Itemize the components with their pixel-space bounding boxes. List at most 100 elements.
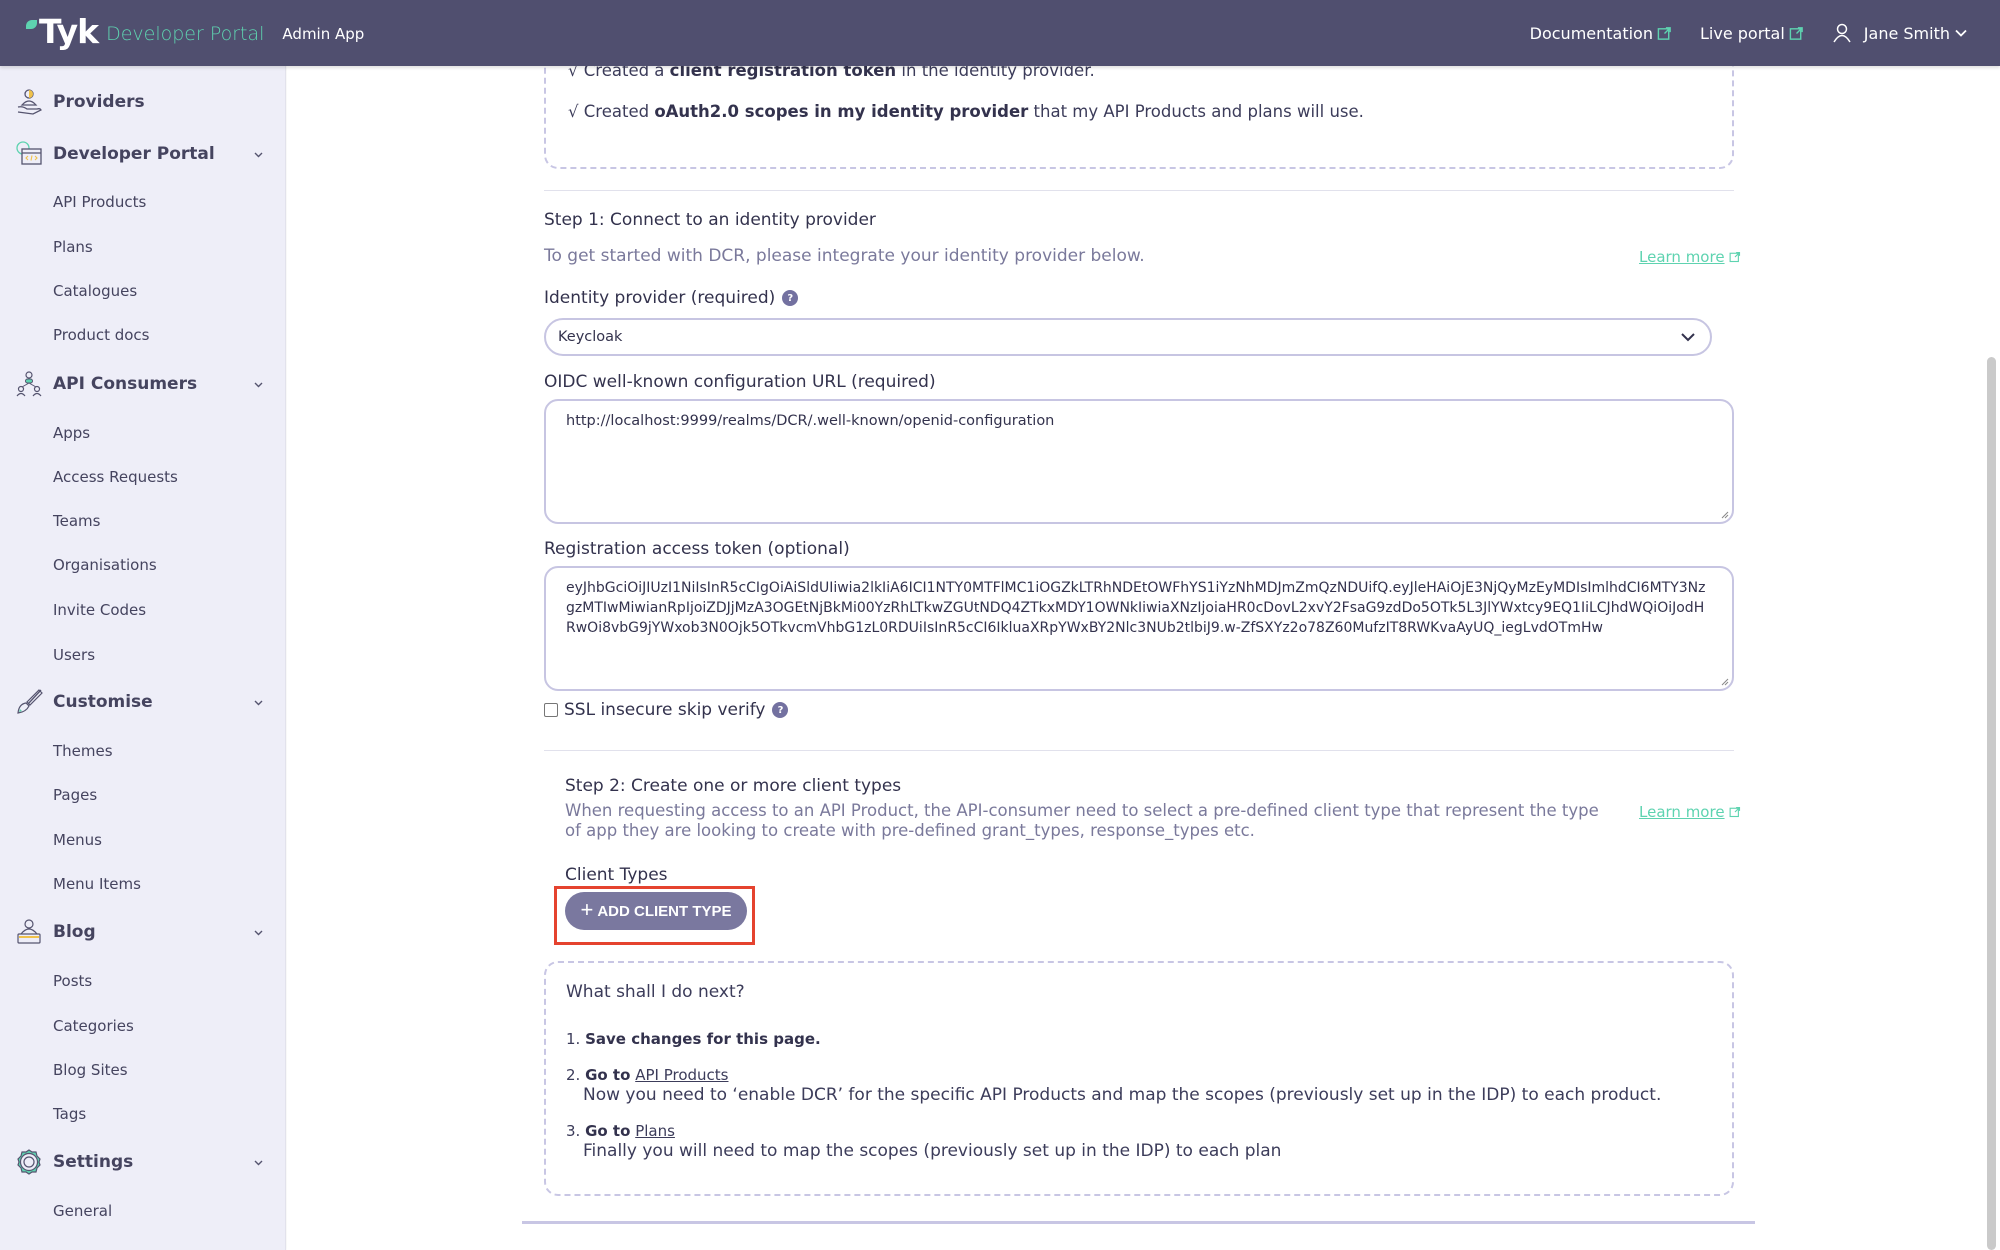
sidebar-section-customise[interactable]: Customise [0, 682, 286, 722]
next-step-3-desc: Finally you will need to map the scopes … [583, 1141, 1282, 1161]
oidc-url-value: http://localhost:9999/realms/DCR/.well-k… [566, 413, 1055, 429]
oidc-url-input[interactable]: http://localhost:9999/realms/DCR/.well-k… [544, 399, 1734, 524]
sidebar-item-access-requests[interactable]: Access Requests [53, 468, 178, 486]
brand-name: Tyk [39, 12, 99, 51]
external-link-icon [1657, 26, 1671, 40]
page-scrollbar[interactable] [1987, 357, 1996, 1250]
sidebar-item-general[interactable]: General [53, 1202, 112, 1220]
top-bar: Tyk Developer Portal Admin App Documenta… [0, 0, 2000, 66]
sidebar-item-apps[interactable]: Apps [53, 424, 90, 442]
step-bold: Save changes for this page. [585, 1030, 821, 1048]
next-step-1: 1. Save changes for this page. [566, 1030, 821, 1048]
sidebar-item-organisations[interactable]: Organisations [53, 556, 157, 574]
next-steps-title: What shall I do next? [566, 982, 745, 1002]
sidebar-item-pages[interactable]: Pages [53, 786, 97, 804]
step1-learn-more-link[interactable]: Learn more [1639, 248, 1741, 266]
sidebar-item-menus[interactable]: Menus [53, 831, 102, 849]
sidebar-item-teams[interactable]: Teams [53, 512, 100, 530]
live-portal-link-label: Live portal [1699, 23, 1785, 43]
sidebar-item-invite-codes[interactable]: Invite Codes [53, 601, 146, 619]
developer-portal-icon [16, 141, 42, 165]
user-name: Jane Smith [1863, 23, 1950, 43]
help-icon[interactable]: ? [772, 702, 789, 718]
step-number: 1. [566, 1030, 581, 1048]
resize-grip-icon[interactable] [1719, 676, 1729, 686]
user-menu[interactable]: Jane Smith [1832, 23, 1968, 43]
sidebar-section-label: API Consumers [53, 374, 198, 394]
step2-subtitle-line2: of app they are looking to create with p… [565, 821, 1255, 840]
sidebar-item-product-docs[interactable]: Product docs [53, 326, 149, 344]
top-nav: Documentation Live portal Jane Smith [1530, 0, 1968, 66]
sidebar-section-settings[interactable]: Settings [0, 1142, 286, 1182]
check-icon: √ [568, 102, 579, 121]
tyk-leaf-icon [26, 20, 37, 29]
idp-label: Identity provider (required) ? [544, 288, 799, 308]
step2-subtitle-line1: When requesting access to an API Product… [565, 801, 1599, 820]
sidebar-section-providers[interactable]: Providers [0, 82, 286, 122]
plans-link[interactable]: Plans [635, 1122, 675, 1140]
sidebar-section-developer-portal[interactable]: Developer Portal [0, 134, 286, 174]
identity-provider-value: Keycloak [558, 329, 623, 345]
live-portal-link[interactable]: Live portal [1700, 24, 1804, 43]
step2-learn-more-link[interactable]: Learn more [1639, 803, 1741, 821]
ssl-skip-verify-label: SSL insecure skip verify [564, 700, 766, 720]
next-step-2-desc: Now you need to ‘enable DCR’ for the spe… [583, 1085, 1662, 1105]
user-icon [1833, 23, 1851, 43]
sidebar-section-label: Developer Portal [53, 144, 215, 164]
chevron-down-icon [1681, 333, 1695, 342]
sidebar-item-menu-items[interactable]: Menu Items [53, 875, 141, 893]
chevron-down-icon [254, 1160, 263, 1165]
providers-icon [17, 89, 42, 115]
sidebar-section-label: Customise [53, 692, 153, 712]
step-number: 2. [566, 1066, 581, 1084]
sidebar-item-users[interactable]: Users [53, 646, 95, 664]
chevron-down-icon [254, 930, 263, 935]
blog-icon [17, 919, 41, 944]
divider [544, 750, 1734, 751]
identity-provider-select[interactable]: Keycloak [544, 318, 1712, 356]
sidebar-item-themes[interactable]: Themes [53, 742, 113, 760]
step2-title: Step 2: Create one or more client types [565, 776, 902, 796]
ssl-skip-verify-checkbox[interactable] [544, 703, 558, 717]
token-label: Registration access token (optional) [544, 539, 850, 559]
learn-more-label: Learn more [1639, 803, 1725, 821]
learn-more-label: Learn more [1639, 248, 1725, 266]
sidebar-item-catalogues[interactable]: Catalogues [53, 282, 137, 300]
sidebar-section-api-consumers[interactable]: API Consumers [0, 364, 286, 404]
prereq-line: √ Created oAuth2.0 scopes in my identity… [568, 102, 1364, 121]
documentation-link[interactable]: Documentation [1530, 24, 1672, 43]
next-step-3: 3. Go to Plans [566, 1122, 675, 1140]
api-consumers-icon [16, 371, 42, 397]
sidebar-section-blog[interactable]: Blog [0, 912, 286, 952]
brush-icon [17, 689, 43, 714]
registration-token-input[interactable]: eyJhbGciOiJIUzI1NiIsInR5cCIgOiAiSldUIiwi… [544, 566, 1734, 691]
step1-subtitle: To get started with DCR, please integrat… [544, 246, 1145, 266]
sidebar-item-plans[interactable]: Plans [53, 238, 93, 256]
sidebar-item-api-products[interactable]: API Products [53, 193, 146, 211]
external-link-icon [1729, 251, 1740, 263]
brand-logo[interactable]: Tyk Developer Portal Admin App [26, 12, 364, 51]
prereq-text: that my API Products and plans will use. [1028, 102, 1364, 121]
step1-title: Step 1: Connect to an identity provider [544, 210, 876, 230]
client-types-label: Client Types [565, 865, 668, 885]
prereq-bold: oAuth2.0 scopes in my identity provider [654, 102, 1029, 121]
documentation-link-label: Documentation [1529, 23, 1653, 43]
resize-grip-icon[interactable] [1719, 509, 1729, 519]
idp-label-text: Identity provider (required) [544, 288, 776, 308]
chevron-down-icon [1955, 29, 1967, 37]
sidebar-item-blog-sites[interactable]: Blog Sites [53, 1061, 128, 1079]
help-icon[interactable]: ? [782, 290, 799, 306]
divider [544, 190, 1734, 191]
chevron-down-icon [254, 152, 263, 157]
sidebar-section-label: Settings [53, 1152, 134, 1172]
step-bold: Go to [585, 1066, 631, 1084]
sidebar-item-categories[interactable]: Categories [53, 1017, 134, 1035]
sidebar-item-tags[interactable]: Tags [53, 1105, 86, 1123]
sidebar-section-label: Blog [53, 922, 96, 942]
api-products-link[interactable]: API Products [635, 1066, 728, 1084]
sidebar-item-posts[interactable]: Posts [53, 972, 92, 990]
external-link-icon [1729, 806, 1740, 818]
app-label: Admin App [282, 24, 365, 43]
oidc-label: OIDC well-known configuration URL (requi… [544, 372, 936, 392]
sidebar: Providers Developer Portal API Products … [0, 66, 286, 1250]
